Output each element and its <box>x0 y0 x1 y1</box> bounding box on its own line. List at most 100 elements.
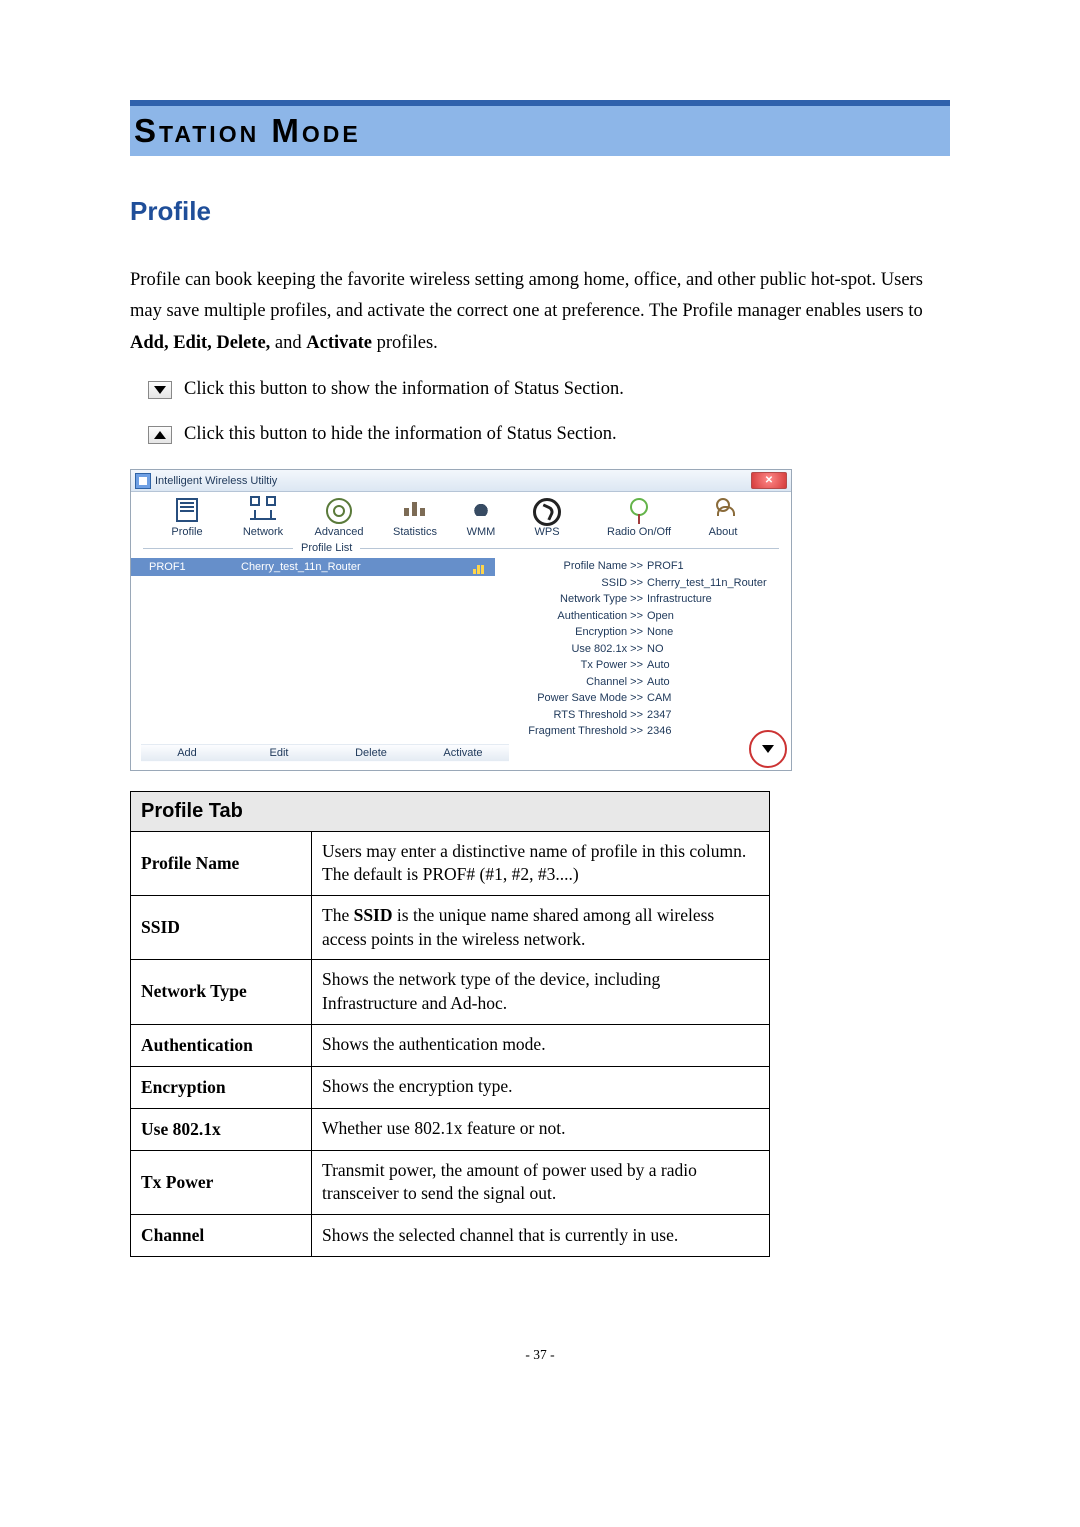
toolbar-about[interactable]: About <box>697 498 749 538</box>
close-icon: ✕ <box>765 475 773 486</box>
table-val: Shows the network type of the device, in… <box>312 960 770 1024</box>
profile-icon <box>176 498 198 522</box>
activate-button[interactable]: Activate <box>417 744 509 762</box>
expand-down-desc: Click this button to show the informatio… <box>184 379 624 400</box>
table-key: Network Type <box>131 960 312 1024</box>
detail-key: Encryption >> <box>503 624 643 641</box>
toolbar-radio-label: Radio On/Off <box>607 526 671 538</box>
about-icon <box>714 498 732 516</box>
table-key: Encryption <box>131 1066 312 1108</box>
detail-key: Channel >> <box>503 674 643 691</box>
toolbar-advanced[interactable]: Advanced <box>305 498 373 538</box>
table-key: Channel <box>131 1214 312 1256</box>
advanced-icon <box>326 498 352 524</box>
detail-val: NO <box>643 641 664 658</box>
detail-key: Authentication >> <box>503 608 643 625</box>
detail-val: CAM <box>643 690 671 707</box>
network-icon <box>250 504 276 520</box>
profile-tab-table: Profile Tab Profile Name Users may enter… <box>130 791 770 1257</box>
toolbar-advanced-label: Advanced <box>315 526 364 538</box>
section-title: Profile <box>130 196 950 227</box>
toolbar-wmm-label: WMM <box>467 526 496 538</box>
toolbar-profile-label: Profile <box>171 526 202 538</box>
toolbar-radio[interactable]: Radio On/Off <box>589 498 689 538</box>
banner-title: Station Mode <box>134 112 361 149</box>
profile-row-ssid: Cherry_test_11n_Router <box>241 561 473 573</box>
profile-details: Profile Name >>PROF1 SSID >>Cherry_test_… <box>495 554 791 740</box>
action-row: Add Edit Delete Activate <box>131 740 519 770</box>
app-titlebar: Intelligent Wireless Utiltiy ✕ <box>131 470 791 492</box>
intro-text-1: Profile can book keeping the favorite wi… <box>130 270 923 321</box>
profile-row-selected[interactable]: PROF1 Cherry_test_11n_Router <box>131 558 495 576</box>
toolbar: Profile Network Advanced Statistics WMM … <box>131 492 791 542</box>
detail-val: Auto <box>643 657 670 674</box>
profile-list-separator: Profile List <box>131 542 791 554</box>
intro-text-2: and <box>275 333 306 353</box>
app-window: Intelligent Wireless Utiltiy ✕ Profile N… <box>130 469 792 771</box>
toolbar-about-label: About <box>709 526 738 538</box>
table-val: Shows the authentication mode. <box>312 1024 770 1066</box>
radio-icon <box>630 498 648 516</box>
detail-val: 2346 <box>643 723 671 740</box>
wps-icon <box>533 498 561 526</box>
table-val: Shows the selected channel that is curre… <box>312 1214 770 1256</box>
table-key: Use 802.1x <box>131 1108 312 1150</box>
add-button[interactable]: Add <box>141 744 233 762</box>
detail-val: Infrastructure <box>643 591 712 608</box>
toolbar-wps[interactable]: WPS <box>513 498 581 538</box>
collapse-up-button[interactable] <box>148 426 172 444</box>
table-val: Transmit power, the amount of power used… <box>312 1150 770 1214</box>
detail-key: RTS Threshold >> <box>503 707 643 724</box>
table-val: Whether use 802.1x feature or not. <box>312 1108 770 1150</box>
app-title-text: Intelligent Wireless Utiltiy <box>155 475 277 487</box>
table-val: Shows the encryption type. <box>312 1066 770 1108</box>
toolbar-network-label: Network <box>243 526 283 538</box>
detail-key: Tx Power >> <box>503 657 643 674</box>
table-key: Authentication <box>131 1024 312 1066</box>
app-icon <box>135 473 151 489</box>
detail-val: Auto <box>643 674 670 691</box>
signal-icon <box>473 560 487 574</box>
chevron-down-icon <box>762 745 774 753</box>
chevron-up-icon <box>154 431 166 439</box>
detail-key: Use 802.1x >> <box>503 641 643 658</box>
toolbar-statistics[interactable]: Statistics <box>381 498 449 538</box>
table-val-bold: SSID <box>354 905 393 925</box>
toolbar-wmm[interactable]: WMM <box>457 498 505 538</box>
table-val: The SSID is the unique name shared among… <box>312 896 770 960</box>
table-key: Profile Name <box>131 831 312 895</box>
detail-val: Open <box>643 608 674 625</box>
toolbar-profile[interactable]: Profile <box>153 498 221 538</box>
expand-toggle-button[interactable] <box>749 730 787 768</box>
detail-key: Profile Name >> <box>503 558 643 575</box>
chevron-down-icon <box>154 386 166 394</box>
intro-text-3: profiles. <box>377 333 438 353</box>
table-key: Tx Power <box>131 1150 312 1214</box>
detail-val: Cherry_test_11n_Router <box>643 575 767 592</box>
close-button[interactable]: ✕ <box>751 472 787 489</box>
table-val-pre: The <box>322 905 354 925</box>
statistics-icon <box>404 498 426 516</box>
detail-val: PROF1 <box>643 558 684 575</box>
intro-paragraph: Profile can book keeping the favorite wi… <box>130 265 950 359</box>
table-val: Users may enter a distinctive name of pr… <box>312 831 770 895</box>
toolbar-wps-label: WPS <box>534 526 559 538</box>
profile-row-name: PROF1 <box>149 561 241 573</box>
expand-down-button[interactable] <box>148 381 172 399</box>
toolbar-network[interactable]: Network <box>229 498 297 538</box>
toolbar-statistics-label: Statistics <box>393 526 437 538</box>
page-number: - 37 - <box>130 1347 950 1363</box>
intro-bold-2: Activate <box>306 333 372 353</box>
detail-val: 2347 <box>643 707 671 724</box>
section-banner: Station Mode <box>130 100 950 156</box>
intro-bold-1: Add, Edit, Delete, <box>130 333 270 353</box>
detail-key: Power Save Mode >> <box>503 690 643 707</box>
profile-list: PROF1 Cherry_test_11n_Router <box>131 554 495 740</box>
detail-key: SSID >> <box>503 575 643 592</box>
delete-button[interactable]: Delete <box>325 744 417 762</box>
table-header: Profile Tab <box>131 791 770 831</box>
table-key: SSID <box>131 896 312 960</box>
edit-button[interactable]: Edit <box>233 744 325 762</box>
profile-list-label: Profile List <box>293 542 360 554</box>
wmm-icon <box>470 498 492 516</box>
